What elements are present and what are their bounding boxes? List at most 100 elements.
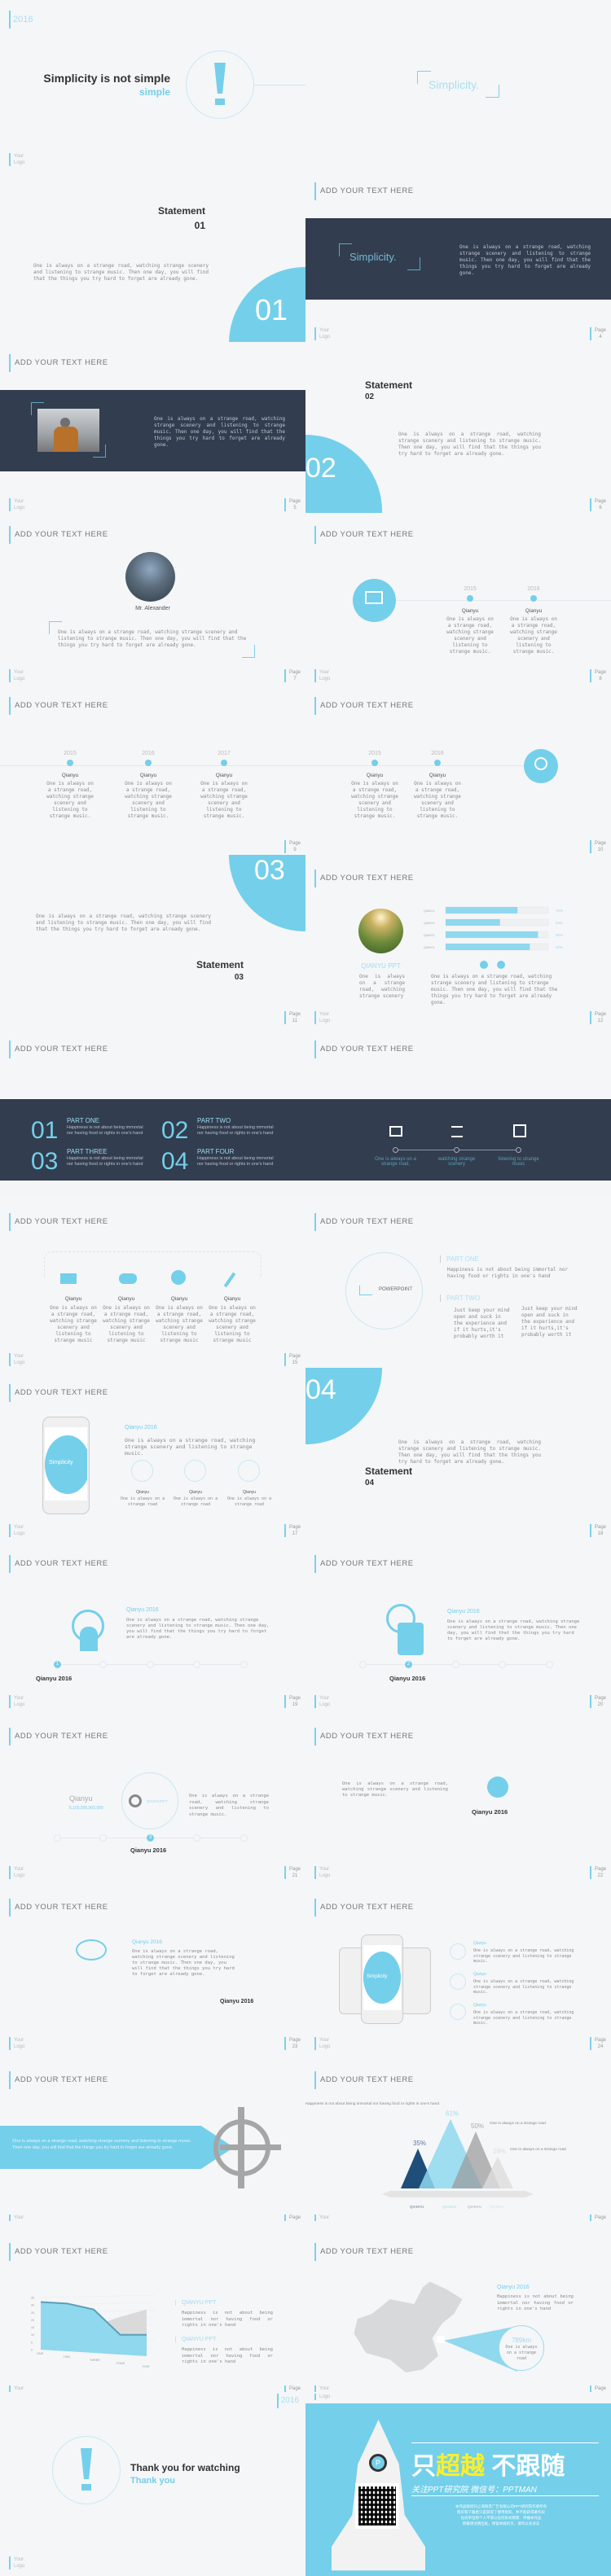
step-dot[interactable]: [240, 1661, 248, 1668]
process-loop: [44, 1251, 262, 1277]
center-label: POWERPOINT: [379, 1287, 413, 1292]
header: ADD YOUR TEXT HERE: [314, 1899, 414, 1917]
logo: YourLogo: [9, 1866, 24, 1879]
header: ADD YOUR TEXT HERE: [9, 1213, 108, 1231]
step-text: listening to strange music: [498, 1157, 539, 1167]
slide-12-skills: ADD YOUR TEXT HERE QIANYU PPT One is alw…: [306, 855, 611, 1026]
page-number: Page 8: [589, 669, 606, 682]
weibo-icon[interactable]: [480, 961, 488, 969]
step-dot-active[interactable]: 1: [54, 1661, 61, 1668]
step-caption: Qianyu 2016: [130, 1847, 167, 1854]
hand-icon: [398, 1623, 424, 1655]
header: ADD YOUR TEXT HERE: [314, 697, 414, 715]
item-body: One is always on a strange road, watchin…: [342, 1781, 448, 1798]
step-dot[interactable]: [240, 1834, 248, 1842]
edit-icon: [513, 1124, 526, 1137]
microphone-icon: [450, 2004, 466, 2020]
promo-subline: 关注PPT研究院 微信号：PPTMAN: [411, 2486, 537, 2495]
gamepad-icon: [119, 1273, 137, 1284]
mountain-value-label: 50%: [471, 2123, 484, 2130]
exclamation-dot: [215, 99, 225, 105]
item-body: Happiness is not about being immortal no…: [497, 2294, 574, 2311]
envelope-icon: [389, 1126, 402, 1137]
slide-3-statement: Your Logo Statement 01 One is always on a…: [0, 147, 306, 342]
exclamation-icon: [81, 2448, 92, 2479]
slide-15-process: ADD YOUR TEXT HERE Qianyu One is always o…: [0, 1197, 306, 1368]
bar: [446, 907, 518, 913]
item-title: Qianyu 2016: [126, 1607, 159, 1613]
disc-icon: [171, 1270, 186, 1285]
step-dot[interactable]: [359, 1661, 367, 1668]
page-number: Page 21: [284, 1866, 301, 1879]
crosshair-horizontal: [220, 2144, 281, 2150]
slide-7-profile: ADD YOUR TEXT HERE Mr. Alexander One is …: [0, 513, 306, 684]
slide-28-map: ADD YOUR TEXT HERE 789km One is always o…: [306, 2223, 611, 2394]
step-dot-active[interactable]: 3: [147, 1834, 154, 1842]
jacket-shape: [54, 427, 78, 452]
parts-band: 01 PART ONE Happiness is not about being…: [0, 1099, 611, 1181]
step-dot[interactable]: [193, 1661, 200, 1668]
step-dot: [454, 1147, 459, 1153]
timeline-item: 2016 Qianyu One is always on a strange r…: [510, 586, 557, 655]
header: ADD YOUR TEXT HERE: [314, 1728, 414, 1746]
header: ADD YOUR TEXT HERE: [314, 1213, 414, 1231]
thanks-subtitle: Thank you: [130, 2476, 176, 2486]
slide-1-title: 2016 Simplicity is not simple simple You…: [0, 0, 306, 171]
mountain-value-label: 61%: [446, 2110, 459, 2118]
skill-bar-chart: QIANYU 70% QIANYU 53% QIANYU 90% QIANYU 82%: [424, 906, 563, 951]
promo-background: P 只超越 不跟随 关注PPT研究院 微信号：PPTMAN 本作品版权归上海锐普…: [306, 2403, 611, 2576]
step-dot-active[interactable]: 2: [405, 1661, 412, 1668]
presentation-icon: [365, 591, 383, 604]
bullet-text: Just keep your mind open and suck in the…: [521, 1306, 578, 1338]
big-number: 02: [306, 453, 336, 484]
feature-item: Qianyu One is always on a strange road: [226, 1490, 272, 1507]
thanks-title: Thank you for watching: [130, 2462, 240, 2473]
simplicity-word: Simplicity.: [429, 78, 479, 91]
step-dot[interactable]: [54, 1834, 61, 1842]
mountain-value-label: 28%: [493, 2148, 506, 2155]
logo: YourLogo: [314, 327, 330, 340]
caption: QIANYU PPT: [361, 962, 401, 970]
slide-4-dark-band: ADD YOUR TEXT HERE Simplicity. One is al…: [306, 171, 611, 342]
y-tick-label: 10: [31, 2333, 34, 2337]
logo: YourLogo: [314, 1866, 330, 1879]
item-body: One is always on a strange road, watchin…: [189, 1794, 269, 1817]
step-dot[interactable]: [99, 1834, 107, 1842]
step-dot[interactable]: [546, 1661, 553, 1668]
step-dot[interactable]: [452, 1661, 459, 1668]
header: ADD YOUR TEXT HERE: [9, 526, 108, 544]
step-dot[interactable]: [147, 1661, 154, 1668]
bracket-bottom-right: [407, 257, 420, 270]
bar-label: QIANYU: [424, 909, 435, 913]
step-text: One is always on a strange road,: [375, 1157, 416, 1167]
page-number: Page 9: [284, 840, 301, 853]
qr-code[interactable]: [355, 2483, 399, 2529]
page-number: Page 15: [284, 1353, 301, 1366]
logo: Your: [314, 2215, 329, 2221]
bracket-bottom-right: [93, 445, 106, 458]
step-dot[interactable]: [499, 1661, 506, 1668]
statement-title: Statement: [196, 959, 244, 970]
statement-number: 04: [365, 1479, 375, 1487]
bar-label: QIANYU: [424, 946, 435, 949]
center-label: QIANYUPPT: [147, 1799, 169, 1803]
feature-item: Qianyu One is always on a strange road, w…: [473, 2003, 574, 2026]
item-title: Qianyu 2016: [447, 1609, 480, 1614]
bar: [446, 931, 538, 938]
logo: Logo: [314, 2394, 330, 2400]
logo: YourLogo: [9, 1695, 24, 1708]
bracket-bottom-right: [486, 85, 499, 98]
slide-6-statement: 02 Statement 02 One is always on a stran…: [306, 342, 611, 513]
band-body: One is always on a strange road, watchin…: [459, 244, 591, 276]
item-body: One is always on a strange road, watchin…: [132, 1949, 235, 1977]
part-one-text: Happiness is not about being immortal no…: [447, 1267, 569, 1279]
slide-29-thanks: 2016 Thank you for watching Thank you Yo…: [0, 2394, 306, 2576]
process-item: Qianyu One is always on a strange road, w…: [103, 1296, 150, 1343]
phone-center: Simplicity: [361, 1934, 403, 2024]
step-dot[interactable]: [99, 1661, 107, 1668]
promo-page: P 只超越 不跟随 关注PPT研究院 微信号：PPTMAN 本作品版权归上海锐普…: [306, 2394, 611, 2576]
divider: [411, 2495, 599, 2496]
facebook-icon[interactable]: [497, 961, 505, 969]
step-dot[interactable]: [193, 1834, 200, 1842]
page-number: Page 24: [589, 2037, 606, 2050]
